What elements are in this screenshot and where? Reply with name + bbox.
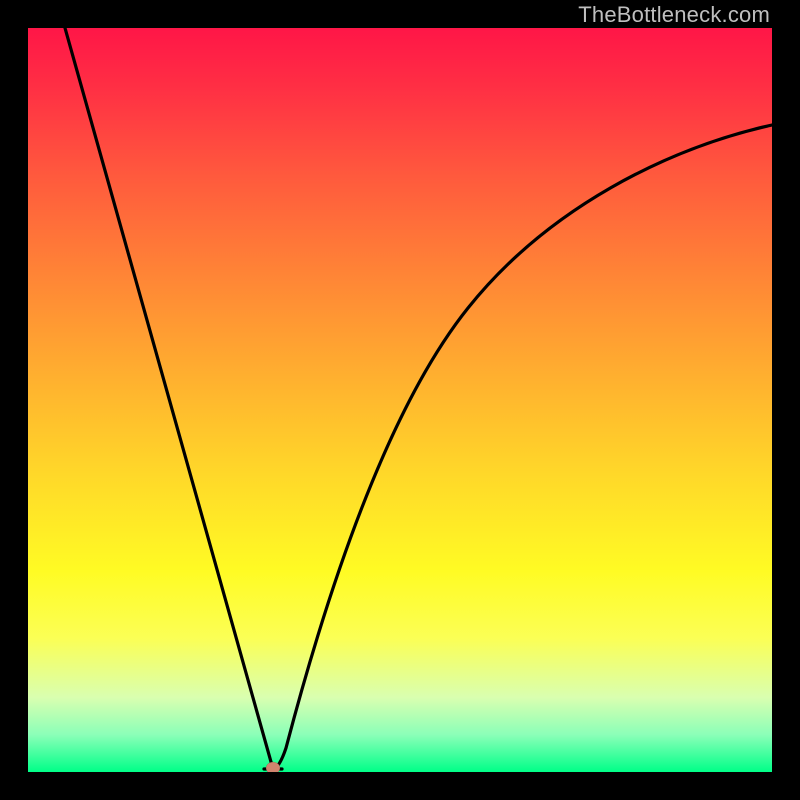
watermark-label: TheBottleneck.com <box>578 2 770 28</box>
bottleneck-curve-right <box>274 125 772 769</box>
minimum-marker <box>266 762 280 772</box>
bottleneck-curve-left <box>65 28 273 769</box>
chart-frame: TheBottleneck.com <box>0 0 800 800</box>
plot-area <box>28 28 772 772</box>
curve-layer <box>28 28 772 772</box>
